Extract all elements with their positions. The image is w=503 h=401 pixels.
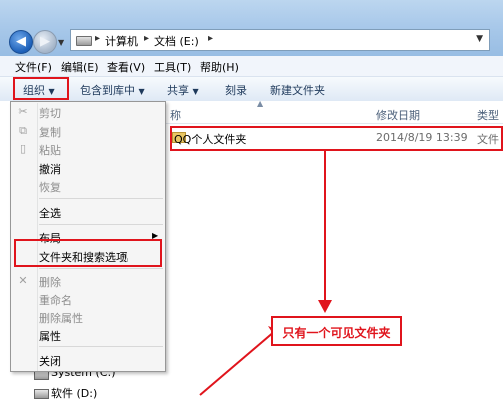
annotation-callout: 只有一个可见文件夹 bbox=[271, 316, 402, 346]
annotation-arrows bbox=[199, 151, 332, 396]
callout-text: 只有一个可见文件夹 bbox=[282, 326, 391, 340]
